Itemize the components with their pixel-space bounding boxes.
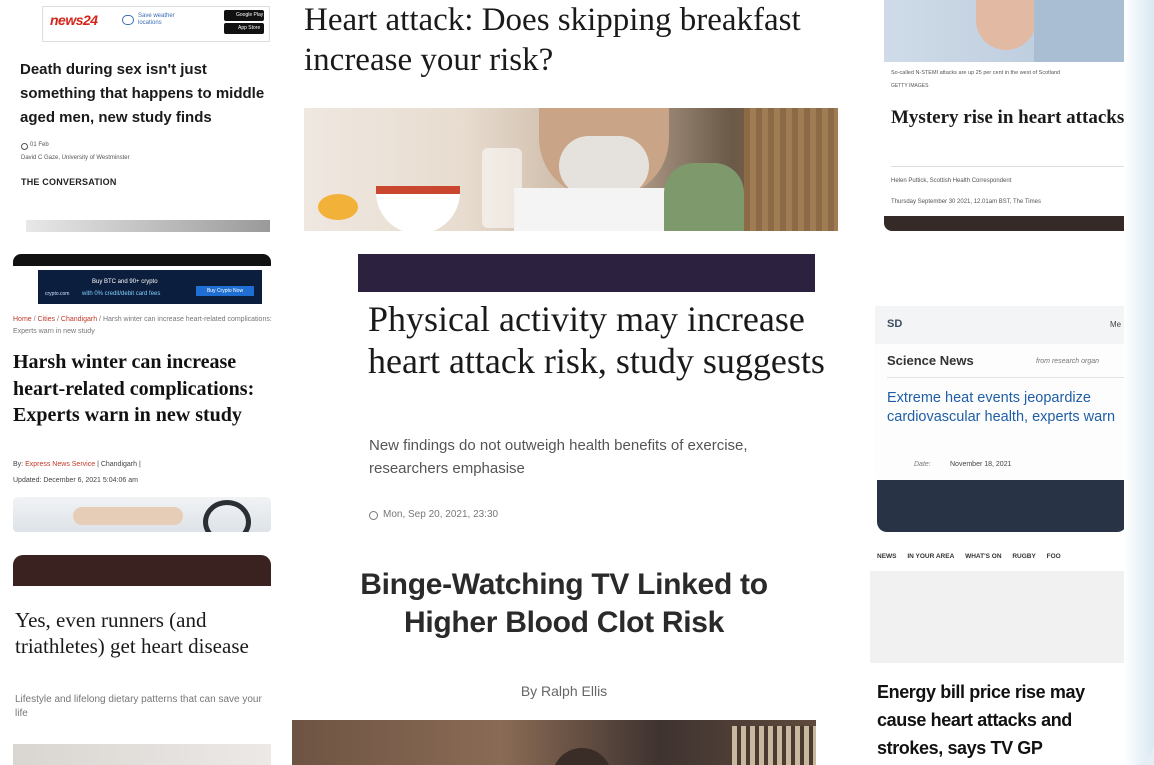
wood-panel-shape (744, 108, 838, 231)
divider-gray (26, 220, 270, 232)
article-title-death-during-sex[interactable]: Death during sex isn't just something th… (20, 58, 276, 130)
maroon-header-bar (13, 555, 271, 586)
clock-icon (21, 143, 28, 150)
news24-tagline: Save weather locations (138, 13, 175, 26)
head-shape (552, 748, 612, 765)
column-right: So-called N-STEMI attacks are up 25 per … (870, 0, 1154, 765)
crypto-ad-text-2: with 0% credit/debit card fees (82, 291, 161, 297)
frame-edge (1124, 0, 1154, 765)
article-title-runners[interactable]: Yes, even runners (and triathletes) get … (15, 607, 277, 659)
headline-mystery-rise[interactable]: Mystery rise in heart attacks from block… (891, 106, 1154, 129)
byline-ralph-ellis[interactable]: By Ralph Ellis (312, 683, 816, 699)
clock-icon (369, 511, 378, 520)
breadcrumb-cities[interactable]: Cities (38, 316, 56, 323)
divider-thin (891, 166, 1127, 167)
headline-energy-bill[interactable]: Energy bill price rise may cause heart a… (877, 678, 1125, 762)
google-play-label: Google Play (236, 12, 264, 18)
purple-header-bar (358, 254, 815, 292)
byline-author[interactable]: Express News Service (25, 461, 95, 468)
navy-bar (877, 480, 1127, 532)
byline-place: | Chandigarh | (97, 461, 141, 468)
news24-logo[interactable]: news24 (50, 12, 98, 28)
nav-item-in-your-area[interactable]: IN YOUR AREA (907, 553, 954, 560)
article-updated: Updated: December 6, 2021 5:04:06 am (13, 477, 138, 484)
headline-skipping-breakfast[interactable]: Heart attack: Does skipping breakfast in… (304, 0, 844, 80)
phone-top-bar (13, 254, 271, 266)
bookshelf-shape (732, 726, 816, 765)
article-date: 01 Feb (30, 142, 49, 148)
times-author: Helen Puttick, Scottish Health Correspon… (891, 178, 1012, 184)
app-store-label: App Store (238, 25, 261, 31)
article-byline: By: Express News Service | Chandigarh | (13, 461, 275, 468)
menu-button[interactable]: Me (1110, 320, 1121, 329)
byline-by: By: (13, 461, 24, 468)
sciencedaily-date-label: Date: (914, 461, 931, 468)
headline-binge-watching[interactable]: Binge-Watching TV Linked to Higher Blood… (312, 566, 816, 642)
stethoscope-icon (203, 500, 251, 532)
nav-item-whats-on[interactable]: WHAT'S ON (965, 553, 1001, 560)
headline-physical-activity[interactable]: Physical activity may increase heart att… (368, 298, 838, 382)
site-nav: NEWS IN YOUR AREA WHAT'S ON RUGBY FOO (877, 553, 1127, 560)
sciencedaily-date: November 18, 2021 (950, 461, 1012, 468)
beard-shape (559, 136, 649, 196)
bowl-shape (376, 186, 460, 231)
hand-shape (73, 507, 183, 525)
sweater-shape (664, 163, 744, 231)
shirt-shape (1034, 0, 1127, 62)
sciencedaily-logo[interactable]: SD (887, 318, 902, 330)
ad-placeholder (870, 571, 1127, 663)
crypto-ad-button[interactable]: Buy Crypto Now (196, 286, 254, 296)
stethoscope-photo (13, 497, 271, 532)
photo-caption: So-called N-STEMI attacks are up 25 per … (891, 70, 1061, 76)
crypto-ad-brand: crypto.com (45, 291, 70, 297)
subhead-physical-activity: New findings do not outweigh health bene… (369, 437, 748, 477)
photo-credit: GETTY IMAGES (891, 83, 929, 89)
dark-footer-bar (884, 216, 1127, 231)
from-research-label: from research organ (1036, 358, 1100, 365)
article-title-harsh-winter[interactable]: Harsh winter can increase heart-related … (13, 349, 275, 429)
breakfast-photo (304, 108, 838, 231)
column-left: news24 Save weather locations Google Pla… (0, 0, 290, 765)
weather-icon (122, 15, 134, 25)
divider-thin (887, 377, 1127, 378)
chest-pain-photo (884, 0, 1127, 62)
hand-on-chest-shape (976, 0, 1036, 50)
runners-photo (13, 744, 271, 765)
article-author: David C Gaze, University of Westminster (21, 155, 130, 161)
breadcrumb: Home / Cities / Chandigarh / Harsh winte… (13, 316, 272, 335)
sciencedaily-topbar (875, 306, 1127, 344)
tv-viewer-photo (292, 720, 816, 765)
fruit-shape (318, 194, 358, 220)
section-science-news[interactable]: Science News (887, 353, 974, 368)
source-logo-the-conversation[interactable]: THE CONVERSATION (21, 177, 117, 187)
article-subtitle-runners: Lifestyle and lifelong dietary patterns … (15, 694, 262, 719)
nav-item-news[interactable]: NEWS (877, 553, 897, 560)
nav-item-rugby[interactable]: RUGBY (1012, 553, 1035, 560)
collage-panel: news24 Save weather locations Google Pla… (0, 0, 1154, 765)
nav-item-food[interactable]: FOO (1047, 553, 1061, 560)
breadcrumb-home[interactable]: Home (13, 316, 32, 323)
headline-extreme-heat[interactable]: Extreme heat events jeopardize cardiovas… (887, 389, 1127, 427)
times-date: Thursday September 30 2021, 12.01am BST,… (891, 199, 1041, 205)
crypto-ad-text-1: Buy BTC and 90+ crypto (92, 279, 158, 285)
article-timestamp: Mon, Sep 20, 2021, 23:30 (383, 509, 499, 520)
breadcrumb-chandigarh[interactable]: Chandigarh (61, 316, 97, 323)
column-center: Heart attack: Does skipping breakfast in… (290, 0, 850, 765)
